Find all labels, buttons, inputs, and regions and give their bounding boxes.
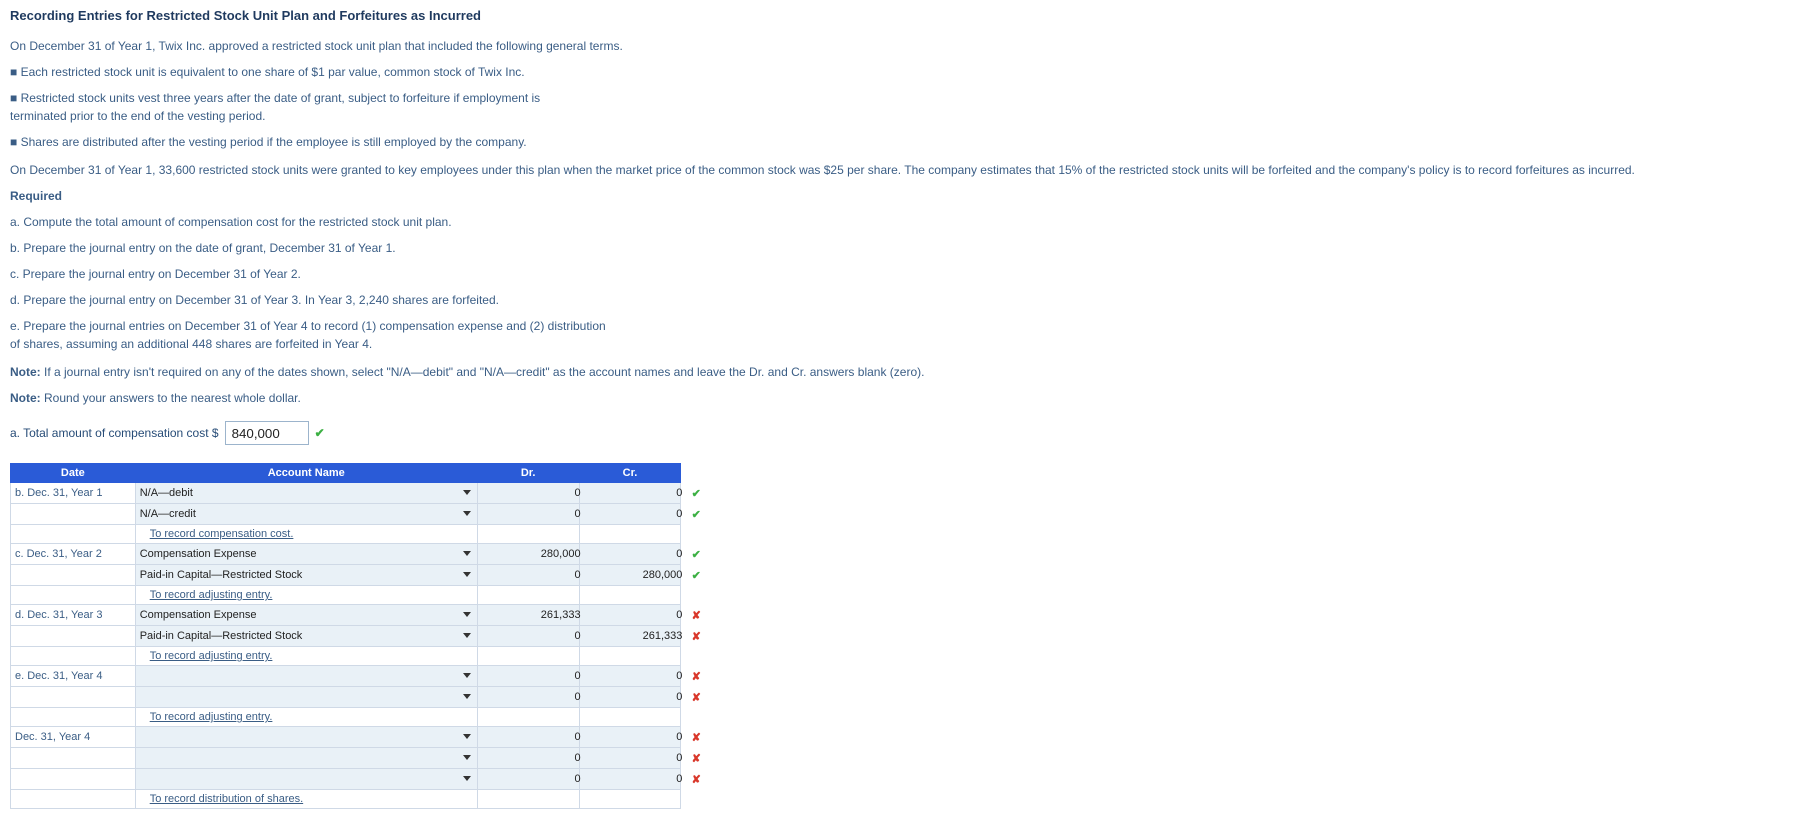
required-a: a. Compute the total amount of compensat… xyxy=(10,213,1798,231)
debit-input[interactable] xyxy=(478,748,587,768)
debit-input[interactable] xyxy=(478,687,587,707)
date-cell: e. Dec. 31, Year 4 xyxy=(11,666,136,687)
table-row: To record adjusting entry. xyxy=(11,647,710,666)
date-cell: c. Dec. 31, Year 2 xyxy=(11,544,136,565)
memo-text: To record distribution of shares. xyxy=(136,793,303,805)
table-row: ✘ xyxy=(11,769,710,790)
credit-input[interactable] xyxy=(580,727,689,747)
note-2-text: Round your answers to the nearest whole … xyxy=(41,391,301,405)
date-cell: b. Dec. 31, Year 1 xyxy=(11,483,136,504)
date-cell xyxy=(11,565,136,586)
date-cell xyxy=(11,504,136,525)
table-row: To record distribution of shares. xyxy=(11,790,710,809)
table-row: c. Dec. 31, Year 2Compensation Expense✔ xyxy=(11,544,710,565)
note-2: Note: Round your answers to the nearest … xyxy=(10,389,1798,407)
table-row: e. Dec. 31, Year 4✘ xyxy=(11,666,710,687)
table-row: b. Dec. 31, Year 1N/A—debit✔ xyxy=(11,483,710,504)
memo-text: To record adjusting entry. xyxy=(136,589,273,601)
account-select[interactable]: N/A—debit xyxy=(136,484,477,502)
compensation-cost-input[interactable] xyxy=(225,421,309,445)
debit-input[interactable] xyxy=(478,605,587,625)
bullet-3: Shares are distributed after the vesting… xyxy=(10,133,1798,151)
table-row: To record adjusting entry. xyxy=(11,708,710,727)
part-a-row: a. Total amount of compensation cost $ ✔ xyxy=(10,421,1798,445)
note-1: Note: If a journal entry isn't required … xyxy=(10,363,1798,381)
debit-input[interactable] xyxy=(478,544,587,564)
account-select[interactable] xyxy=(136,728,477,746)
debit-input[interactable] xyxy=(478,769,587,789)
bullet-2-cont: terminated prior to the end of the vesti… xyxy=(10,107,1798,125)
date-cell xyxy=(11,748,136,769)
credit-input[interactable] xyxy=(580,483,689,503)
account-select[interactable]: Compensation Expense xyxy=(136,545,477,563)
col-date: Date xyxy=(11,464,136,483)
table-row: To record compensation cost. xyxy=(11,525,710,544)
debit-input[interactable] xyxy=(478,626,587,646)
debit-input[interactable] xyxy=(478,565,587,585)
debit-input[interactable] xyxy=(478,666,587,686)
account-select[interactable] xyxy=(136,770,477,788)
table-row: Dec. 31, Year 4✘ xyxy=(11,727,710,748)
credit-input[interactable] xyxy=(580,666,689,686)
credit-input[interactable] xyxy=(580,544,689,564)
date-cell: Dec. 31, Year 4 xyxy=(11,727,136,748)
account-select[interactable]: Compensation Expense xyxy=(136,606,477,624)
table-row: Paid-in Capital—Restricted Stock✔ xyxy=(11,565,710,586)
required-c: c. Prepare the journal entry on December… xyxy=(10,265,1798,283)
credit-input[interactable] xyxy=(580,769,689,789)
table-row: d. Dec. 31, Year 3Compensation Expense✘ xyxy=(11,605,710,626)
table-row: Paid-in Capital—Restricted Stock✘ xyxy=(11,626,710,647)
table-row: ✘ xyxy=(11,687,710,708)
part-a-label: a. Total amount of compensation cost $ xyxy=(10,426,219,440)
account-select[interactable]: Paid-in Capital—Restricted Stock xyxy=(136,627,477,645)
credit-input[interactable] xyxy=(580,605,689,625)
note-1-label: Note: xyxy=(10,365,41,379)
date-cell xyxy=(11,626,136,647)
col-account: Account Name xyxy=(135,464,477,483)
table-row: ✘ xyxy=(11,748,710,769)
intro-paragraph-2: On December 31 of Year 1, 33,600 restric… xyxy=(10,161,1798,179)
check-icon: ✔ xyxy=(315,426,325,440)
required-e-cont: of shares, assuming an additional 448 sh… xyxy=(10,335,1798,353)
journal-entry-table: Date Account Name Dr. Cr. b. Dec. 31, Ye… xyxy=(10,463,710,809)
memo-text: To record adjusting entry. xyxy=(136,711,273,723)
date-cell: d. Dec. 31, Year 3 xyxy=(11,605,136,626)
credit-input[interactable] xyxy=(580,504,689,524)
required-b: b. Prepare the journal entry on the date… xyxy=(10,239,1798,257)
page-title: Recording Entries for Restricted Stock U… xyxy=(10,8,1798,23)
account-select[interactable]: N/A—credit xyxy=(136,505,477,523)
bullet-2: Restricted stock units vest three years … xyxy=(10,89,1798,107)
required-heading: Required xyxy=(10,187,1798,205)
table-row: N/A—credit✔ xyxy=(11,504,710,525)
memo-text: To record compensation cost. xyxy=(136,528,294,540)
date-cell xyxy=(11,769,136,790)
table-row: To record adjusting entry. xyxy=(11,586,710,605)
credit-input[interactable] xyxy=(580,748,689,768)
date-cell xyxy=(11,687,136,708)
account-select[interactable] xyxy=(136,688,477,706)
bullet-1: Each restricted stock unit is equivalent… xyxy=(10,63,1798,81)
debit-input[interactable] xyxy=(478,504,587,524)
debit-input[interactable] xyxy=(478,727,587,747)
debit-input[interactable] xyxy=(478,483,587,503)
account-select[interactable] xyxy=(136,749,477,767)
intro-paragraph-1: On December 31 of Year 1, Twix Inc. appr… xyxy=(10,37,1798,55)
note-1-text: If a journal entry isn't required on any… xyxy=(41,365,925,379)
required-d: d. Prepare the journal entry on December… xyxy=(10,291,1798,309)
memo-text: To record adjusting entry. xyxy=(136,650,273,662)
account-select[interactable]: Paid-in Capital—Restricted Stock xyxy=(136,566,477,584)
account-select[interactable] xyxy=(136,667,477,685)
credit-input[interactable] xyxy=(580,565,689,585)
col-cr: Cr. xyxy=(579,464,681,483)
required-e: e. Prepare the journal entries on Decemb… xyxy=(10,317,1798,335)
note-2-label: Note: xyxy=(10,391,41,405)
credit-input[interactable] xyxy=(580,626,689,646)
col-dr: Dr. xyxy=(477,464,579,483)
credit-input[interactable] xyxy=(580,687,689,707)
